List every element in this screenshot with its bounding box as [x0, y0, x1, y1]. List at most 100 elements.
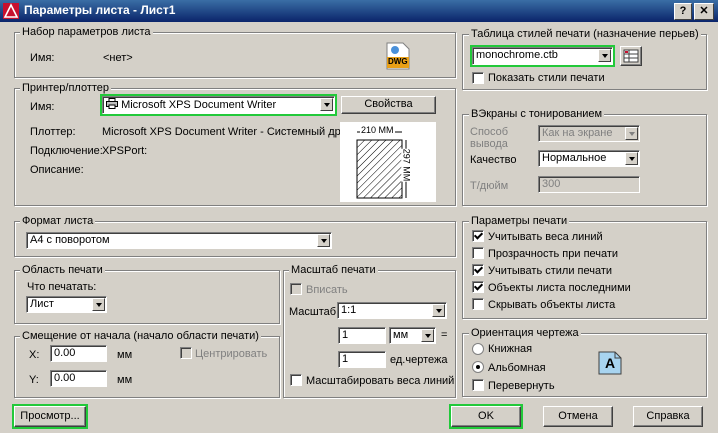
plotter-label: Плоттер:: [30, 126, 76, 138]
chevron-down-icon: [92, 298, 105, 311]
title-bar: Параметры листа - Лист1 ? ✕: [0, 0, 718, 22]
scale-equals-sign: =: [441, 329, 448, 341]
chevron-down-icon: [625, 127, 638, 140]
dpi-input[interactable]: 300: [538, 176, 640, 193]
dwg-icon-text: DWG: [388, 57, 408, 66]
page-setup-name-value: <нет>: [103, 52, 133, 64]
printer-name-value: Microsoft XPS Document Writer: [121, 99, 277, 111]
printer-name-select[interactable]: Microsoft XPS Document Writer: [100, 94, 337, 116]
plot-option-checkbox[interactable]: [472, 281, 484, 293]
landscape-radio[interactable]: [472, 361, 484, 373]
what-to-print-label: Что печатать:: [27, 281, 97, 293]
offset-y-unit: мм: [117, 374, 133, 386]
shaded-viewport-group-label: ВЭкраны с тонированием: [469, 108, 605, 120]
portrait-radio[interactable]: [472, 343, 484, 355]
help-button[interactable]: Справка: [633, 406, 703, 427]
center-checkbox[interactable]: [180, 347, 192, 359]
scale-units-value: мм: [393, 329, 409, 341]
paper-width-label: 210 MM: [360, 125, 395, 135]
offset-y-input[interactable]: 0.00: [50, 370, 107, 387]
dwg-file-icon: DWG: [385, 42, 411, 70]
plot-style-select[interactable]: monochrome.ctb: [470, 45, 615, 67]
paper-size-value: А4 с поворотом: [30, 234, 110, 246]
portrait-label: Книжная: [488, 343, 533, 355]
chevron-down-icon: [625, 152, 638, 165]
orientation-group-label: Ориентация чертежа: [469, 327, 581, 339]
plot-options-group-label: Параметры печати: [469, 215, 570, 227]
plot-option-checkbox[interactable]: [472, 264, 484, 276]
upside-down-label: Перевернуть: [488, 380, 555, 392]
autocad-logo-icon: [3, 3, 19, 19]
shade-plot-label-1: Способ: [470, 126, 509, 138]
plot-option-checkbox[interactable]: [472, 247, 484, 259]
offset-x-label: X:: [29, 349, 40, 361]
show-plot-styles-label: Показать стили печати: [488, 72, 605, 84]
center-label: Центрировать: [195, 348, 268, 360]
connection-label: Подключение:: [30, 145, 103, 157]
window-title: Параметры листа - Лист1: [24, 3, 176, 17]
paper-height-label: 297 MM: [401, 148, 412, 182]
fit-to-paper-checkbox[interactable]: [290, 283, 302, 295]
ok-button[interactable]: OK: [449, 404, 523, 429]
scale-paper-units-input[interactable]: 1: [338, 327, 386, 344]
scale-value: 1:1: [341, 304, 357, 316]
what-to-print-select[interactable]: Лист: [26, 296, 107, 313]
plot-option-checkbox[interactable]: [472, 230, 484, 242]
quality-value: Нормальное: [542, 152, 607, 164]
plot-scale-group-label: Масштаб печати: [289, 264, 378, 276]
plot-option-checkbox[interactable]: [472, 298, 484, 310]
orientation-icon-letter: A: [605, 355, 616, 371]
what-to-print-value: Лист: [30, 298, 54, 310]
chevron-down-icon: [421, 329, 434, 342]
scale-select[interactable]: 1:1: [337, 302, 447, 319]
edit-plot-style-button[interactable]: [620, 46, 642, 66]
offset-x-input[interactable]: 0.00: [50, 345, 107, 362]
plotter-value: Microsoft XPS Document Writer - Системны…: [102, 126, 357, 138]
drawing-units-label: ед.чертежа: [390, 354, 448, 366]
shade-plot-value: Как на экране: [542, 127, 613, 139]
edit-table-icon: [623, 49, 639, 63]
quality-label: Качество: [470, 154, 517, 166]
shade-plot-label-2: вывода: [470, 138, 508, 150]
connection-value: XPSPort:: [102, 145, 148, 157]
plot-option-label: Учитывать веса линий: [488, 231, 603, 243]
shade-plot-select[interactable]: Как на экране: [538, 125, 640, 142]
close-button[interactable]: ✕: [694, 3, 714, 20]
chevron-down-icon: [598, 49, 611, 62]
chevron-down-icon: [317, 234, 330, 247]
show-plot-styles-checkbox[interactable]: [472, 72, 484, 84]
printer-name-label: Имя:: [30, 101, 55, 113]
plot-style-value: monochrome.ctb: [476, 49, 558, 61]
scale-units-select[interactable]: мм: [389, 327, 436, 344]
help-title-button[interactable]: ?: [674, 3, 692, 20]
printer-name-value-wrap: Microsoft XPS Document Writer: [106, 98, 276, 111]
description-label: Описание:: [30, 164, 84, 176]
scale-lineweights-label: Масштабировать веса линий: [306, 375, 455, 387]
chevron-down-icon: [320, 98, 333, 111]
upside-down-checkbox[interactable]: [472, 379, 484, 391]
landscape-label: Альбомная: [488, 362, 546, 374]
plot-option-label: Объекты листа последними: [488, 282, 631, 294]
plot-option-label: Прозрачность при печати: [488, 248, 619, 260]
page-setup-group-label: Набор параметров листа: [20, 26, 153, 38]
properties-button[interactable]: Свойства: [341, 96, 436, 114]
print-area-group-label: Область печати: [20, 264, 105, 276]
chevron-down-icon: [432, 304, 445, 317]
paper-size-select[interactable]: А4 с поворотом: [26, 232, 332, 249]
landscape-orientation-icon: A: [598, 351, 622, 375]
quality-select[interactable]: Нормальное: [538, 150, 640, 167]
fit-to-paper-label: Вписать: [306, 284, 348, 296]
preview-button[interactable]: Просмотр...: [12, 404, 88, 429]
cancel-button[interactable]: Отмена: [543, 406, 613, 427]
dpi-label: Т/дюйм: [470, 180, 509, 192]
printer-group-label: Принтер/плоттер: [20, 82, 112, 94]
plot-style-group-label: Таблица стилей печати (назначение перьев…: [469, 28, 701, 40]
scale-lineweights-checkbox[interactable]: [290, 374, 302, 386]
scale-drawing-units-input[interactable]: 1: [338, 351, 386, 368]
printer-icon: [106, 98, 118, 109]
page-setup-name-label: Имя:: [30, 52, 55, 64]
offset-y-label: Y:: [29, 374, 39, 386]
scale-label: Масштаб:: [289, 306, 340, 318]
paper-preview: 210 MM 297 MM: [340, 122, 436, 202]
plot-option-label: Скрывать объекты листа: [488, 299, 616, 311]
